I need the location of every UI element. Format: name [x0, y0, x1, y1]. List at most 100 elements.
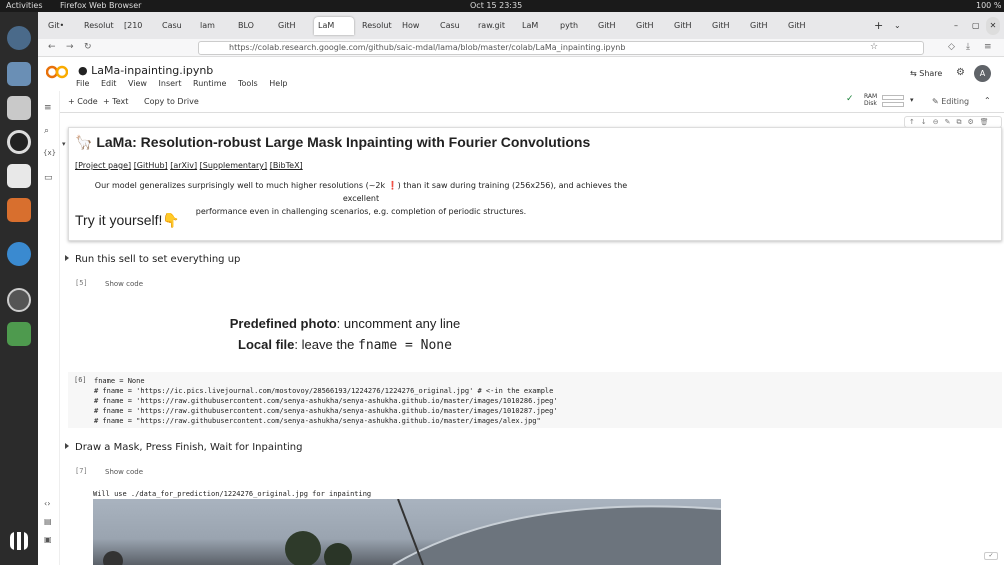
avatar[interactable]: A	[974, 65, 991, 82]
bookmark-star-icon[interactable]: ☆	[870, 42, 878, 52]
editing-button[interactable]: ✎ Editing	[932, 97, 969, 106]
share-label: Share	[919, 69, 943, 78]
browser-tab[interactable]: GitH	[670, 17, 704, 35]
browser-tab[interactable]: Resolut	[80, 17, 116, 35]
collapse-header-icon[interactable]: ⌃	[984, 96, 991, 105]
search-icon[interactable]: ⌕	[44, 126, 49, 136]
description-line: Our model generalizes surprisingly well …	[94, 181, 628, 203]
mail-icon[interactable]	[7, 62, 31, 86]
toc-icon[interactable]: ≡	[44, 103, 52, 113]
browser-tab[interactable]: GitH	[632, 17, 666, 35]
disk-bar	[882, 102, 904, 107]
browser-tab[interactable]: Casu	[436, 17, 470, 35]
menu-runtime[interactable]: Runtime	[193, 79, 226, 88]
code-editor[interactable]: fname = None # fname = 'https://ic.pics.l…	[94, 376, 558, 426]
minimize-icon[interactable]: –	[950, 17, 962, 35]
files-icon[interactable]	[7, 96, 31, 120]
menu-help[interactable]: Help	[269, 79, 287, 88]
section-setup[interactable]: Run this sell to set everything up	[65, 254, 240, 265]
notebook-heading: 🦙 LaMa: Resolution-robust Large Mask Inp…	[75, 134, 590, 151]
browser-tab[interactable]: GitH	[594, 17, 628, 35]
add-text-button[interactable]: + Text	[103, 97, 128, 106]
pencil-icon: ✎	[932, 97, 939, 106]
copy-to-drive-button[interactable]: Copy to Drive	[144, 97, 199, 106]
browser-tab[interactable]: How	[398, 17, 432, 35]
section-mask[interactable]: Draw a Mask, Press Finish, Wait for Inpa…	[65, 442, 303, 453]
browser-tab[interactable]: GitH	[708, 17, 742, 35]
browser-tab[interactable]: pyth	[556, 17, 590, 35]
help-icon[interactable]	[7, 242, 31, 266]
menu-tools[interactable]: Tools	[238, 79, 258, 88]
browser-tab[interactable]: GitH	[784, 17, 818, 35]
browser-tab[interactable]: Casu	[158, 17, 192, 35]
menu-icon[interactable]: ≡	[984, 42, 992, 52]
browser-tab[interactable]: raw.git	[474, 17, 514, 35]
new-tab-icon[interactable]: +	[870, 17, 884, 35]
back-icon[interactable]: ←	[48, 42, 56, 52]
show-code-link[interactable]: Show code	[105, 280, 143, 288]
link-project-page[interactable]: [Project page]	[75, 161, 131, 170]
menu-insert[interactable]: Insert	[159, 79, 182, 88]
link-bibtex[interactable]: [BibTeX]	[270, 161, 303, 170]
activities-button[interactable]: Activities	[6, 1, 43, 10]
browser-tab-active[interactable]: LaM	[314, 17, 354, 35]
github-icon: ●	[78, 64, 88, 77]
downloads-icon[interactable]: ⤓	[966, 42, 970, 52]
browser-tab[interactable]: Git•	[44, 17, 76, 35]
browser-tab[interactable]: BLO	[234, 17, 270, 35]
url-input[interactable]: https://colab.research.google.com/github…	[198, 41, 924, 55]
document-icon[interactable]	[7, 164, 31, 188]
share-button[interactable]: ⇆ Share	[910, 69, 942, 78]
notebook-title[interactable]: ● LaMa-inpainting.ipynb	[78, 64, 213, 77]
trash-icon[interactable]	[7, 322, 31, 346]
settings-gear-icon[interactable]: ⚙	[956, 67, 965, 78]
runtime-dropdown-icon[interactable]: ▾	[910, 96, 914, 104]
music-icon[interactable]	[7, 130, 31, 154]
apps-grid-icon[interactable]	[10, 532, 28, 550]
editing-label: Editing	[941, 97, 970, 106]
forward-icon[interactable]: →	[66, 42, 74, 52]
status-indicator[interactable]: ✓	[984, 552, 998, 560]
command-palette-icon[interactable]: ▤	[44, 517, 52, 526]
tab-list-icon[interactable]: ⌄	[890, 17, 904, 35]
code-line: fname = None	[94, 377, 145, 385]
show-code-link[interactable]: Show code	[105, 468, 143, 476]
collapse-section-icon[interactable]: ▾	[62, 140, 66, 148]
settings-icon[interactable]	[7, 288, 31, 312]
clock[interactable]: Oct 15 23:35	[470, 1, 522, 10]
reload-icon[interactable]: ↻	[84, 42, 92, 52]
section-setup-label: Run this sell to set everything up	[75, 254, 241, 265]
code-cell[interactable]: [6] fname = None # fname = 'https://ic.pi…	[68, 372, 1002, 428]
notebook-content: ↑↓⊖✎⧉⚙🗑 ▾ 🦙 LaMa: Resolution-robust Larg…	[60, 113, 1004, 565]
variables-icon[interactable]: {x}	[43, 149, 56, 157]
store-icon[interactable]	[7, 198, 31, 222]
link-supplementary[interactable]: [Supplementary]	[200, 161, 268, 170]
files-folder-icon[interactable]: ▭	[44, 173, 53, 183]
menu-file[interactable]: File	[76, 79, 89, 88]
app-icon-1[interactable]	[7, 26, 31, 50]
browser-tab[interactable]: lam	[196, 17, 230, 35]
link-arxiv[interactable]: [arXiv]	[170, 161, 197, 170]
maximize-icon[interactable]: ▢	[968, 17, 980, 35]
resource-monitor[interactable]: RAM Disk	[864, 93, 877, 107]
input-photo[interactable]	[93, 499, 721, 565]
browser-tab[interactable]: GitH	[274, 17, 310, 35]
browser-tab[interactable]: GitH	[746, 17, 780, 35]
browser-tab[interactable]: [210	[120, 17, 154, 35]
add-code-button[interactable]: + Code	[68, 97, 98, 106]
menu-view[interactable]: View	[128, 79, 147, 88]
pocket-icon[interactable]: ◇	[948, 42, 955, 52]
heading-text: LaMa: Resolution-robust Large Mask Inpai…	[96, 134, 591, 150]
link-github[interactable]: [GitHub]	[134, 161, 168, 170]
colab-toolbar: + Code + Text Copy to Drive ✓ RAM Disk ▾ …	[38, 91, 1004, 113]
battery-label[interactable]: 100 %	[976, 1, 1001, 10]
llama-emoji-icon: 🦙	[75, 134, 93, 150]
menu-edit[interactable]: Edit	[101, 79, 117, 88]
markdown-cell-header[interactable]: 🦙 LaMa: Resolution-robust Large Mask Inp…	[68, 127, 1002, 241]
terminal-icon[interactable]: ▣	[44, 535, 52, 544]
code-line: # fname = "https://raw.githubusercontent…	[94, 417, 541, 425]
code-snippets-icon[interactable]: ‹›	[44, 499, 50, 508]
browser-tab[interactable]: LaM	[518, 17, 552, 35]
browser-tab[interactable]: Resolut	[358, 17, 394, 35]
close-window-icon[interactable]: ✕	[986, 17, 1000, 35]
